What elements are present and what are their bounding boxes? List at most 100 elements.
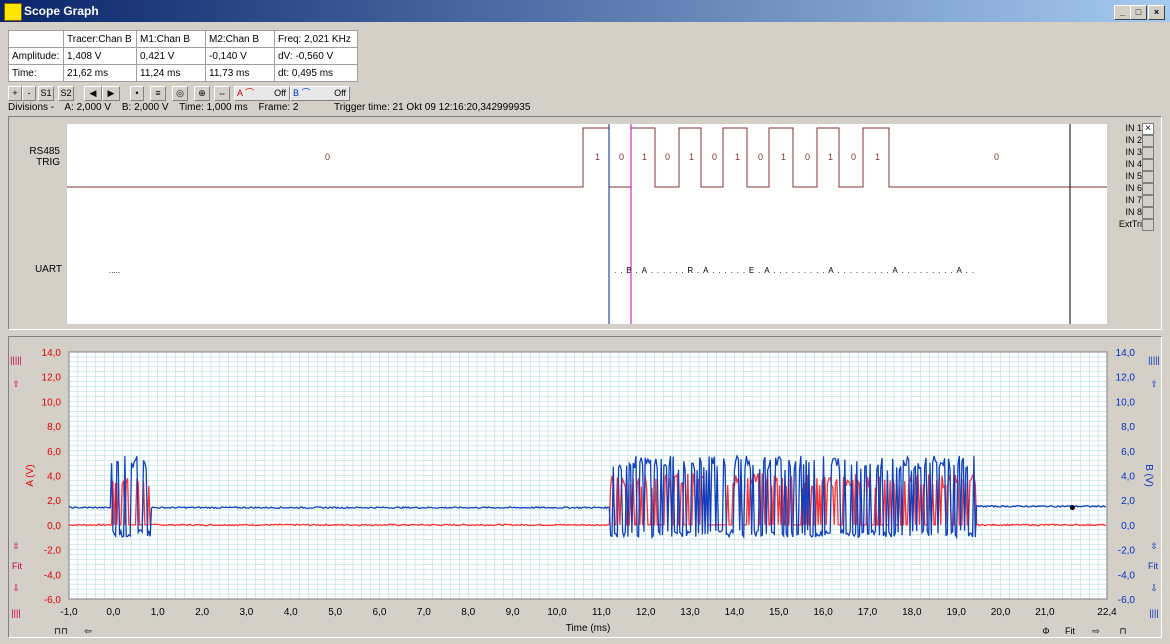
- right-icon-low[interactable]: ||||: [1148, 607, 1160, 619]
- channel-b-toggle[interactable]: B ⌒ Off: [290, 86, 350, 101]
- phase-icon[interactable]: Φ: [1040, 625, 1052, 637]
- x-tick-label: 10,0: [547, 607, 567, 618]
- maximize-button[interactable]: □: [1130, 5, 1147, 20]
- y-tick-label-b: 14,0: [1116, 348, 1136, 359]
- rs485-waveform: [67, 127, 1107, 188]
- right-icon-up[interactable]: ⇧: [1148, 378, 1160, 390]
- channel-a-icon: ⌒: [245, 88, 255, 98]
- bit-labels: 1 0 1 0 1 0 1 0 1 0 1 0 1: [595, 152, 880, 162]
- bit-label: 0: [805, 152, 810, 162]
- left-fit-button[interactable]: Fit: [10, 560, 24, 572]
- y-tick-label-a: -2,0: [44, 546, 62, 557]
- arrow-left-icon[interactable]: ◀: [84, 86, 102, 101]
- table-cell: M2:Chan B: [205, 30, 275, 48]
- x-tick-label: 11,0: [592, 607, 611, 618]
- table-cell: 1,408 V: [63, 47, 137, 65]
- right-fit-button[interactable]: Fit: [1146, 560, 1160, 572]
- right-icon-bars[interactable]: |||||: [1148, 354, 1160, 366]
- x-tick-label: 15,0: [769, 607, 789, 618]
- y-tick-label-b: 4,0: [1121, 472, 1135, 483]
- input-checkbox[interactable]: [1142, 219, 1154, 231]
- scroll-right-icon[interactable]: ⇨: [1088, 625, 1104, 637]
- close-button[interactable]: ×: [1148, 5, 1165, 20]
- input-item[interactable]: IN 8: [1110, 206, 1156, 219]
- bit-label: 1: [689, 152, 694, 162]
- left-icon-center[interactable]: ⇳: [10, 540, 22, 552]
- x-tick-label: 17,0: [858, 607, 878, 618]
- x-tick-label: 4,0: [284, 607, 298, 618]
- pulse-icon-right[interactable]: ⊓: [1116, 625, 1130, 637]
- logic-plot[interactable]: 0 1 0 1 0 1 0 1 0 1 0 1 0 1 0 ..... ...B.A......R.A.…: [67, 124, 1107, 324]
- channel-a-label: A: [237, 88, 243, 98]
- s1-button[interactable]: S1: [38, 86, 54, 101]
- table-cell: 11,24 ms: [136, 64, 206, 82]
- input-item[interactable]: IN 5: [1110, 170, 1156, 183]
- divisions-b: B: 2,000 V: [121, 102, 169, 113]
- left-icon-down[interactable]: ⇩: [10, 582, 22, 594]
- dot-button[interactable]: •: [130, 86, 144, 101]
- table-cell: dV: -0,560 V: [274, 47, 358, 65]
- zoom-in-button[interactable]: +: [8, 86, 22, 101]
- y-tick-label-a: 0,0: [47, 521, 61, 532]
- y-tick-label-b: -4,0: [1118, 570, 1136, 581]
- fit-time-button[interactable]: Fit: [1062, 625, 1078, 637]
- bit-label: 0: [712, 152, 717, 162]
- app-icon: [4, 3, 22, 21]
- arrow-right-icon[interactable]: ▶: [102, 86, 120, 101]
- input-item[interactable]: IN 3: [1110, 146, 1156, 159]
- y-tick-label-b: -2,0: [1118, 546, 1136, 557]
- input-label: IN 3: [1125, 147, 1142, 157]
- x-tick-label: 9,0: [506, 607, 520, 618]
- input-label: IN 4: [1125, 159, 1142, 169]
- table-row: Amplitude: 1,408 V 0,421 V -0,140 V dV: …: [8, 47, 358, 65]
- y-tick-label-a: -4,0: [44, 570, 62, 581]
- channel-name: TRIG: [36, 157, 60, 168]
- scope-chart[interactable]: -1,0 0,0 1,0 2,0 3,0 4,0 5,0 6,0 7,0 8,0 9,0 10,0 11…: [0, 340, 1170, 640]
- x-tick-label: 19,0: [946, 607, 966, 618]
- lines-button[interactable]: ≡: [150, 86, 166, 101]
- y-tick-label-a: 4,0: [47, 472, 61, 483]
- x-tick-label: 18,0: [902, 607, 922, 618]
- minimize-button[interactable]: _: [1114, 5, 1131, 20]
- divisions-time: Time: 1,000 ms: [179, 102, 248, 113]
- input-item[interactable]: ExtTri: [1110, 218, 1156, 231]
- input-label: IN 8: [1125, 207, 1142, 217]
- x-tick-label: 20,0: [991, 607, 1011, 618]
- table-cell: -0,140 V: [205, 47, 275, 65]
- s2-button[interactable]: S2: [58, 86, 74, 101]
- record-button[interactable]: ◎: [172, 86, 188, 101]
- left-icon-up[interactable]: ⇧: [10, 378, 22, 390]
- input-label: IN 1: [1125, 123, 1142, 133]
- left-icon-low[interactable]: ||||: [10, 607, 22, 619]
- divisions-label: Divisions -: [8, 102, 55, 113]
- input-item[interactable]: IN 1 ×: [1110, 122, 1156, 135]
- left-icon-bars[interactable]: |||||: [10, 354, 22, 366]
- input-label: IN 2: [1125, 135, 1142, 145]
- x-tick-label: -1,0: [60, 607, 78, 618]
- crosshair-button[interactable]: ⊕: [194, 86, 210, 101]
- expand-button[interactable]: ⇔: [214, 86, 230, 101]
- channel-b-label: B: [293, 88, 300, 98]
- right-icon-down[interactable]: ⇩: [1148, 582, 1160, 594]
- trigger-time: Trigger time: 21 Okt 09 12:16:20,3429999…: [334, 102, 531, 113]
- input-item[interactable]: IN 2: [1110, 134, 1156, 147]
- channel-a-toggle[interactable]: A ⌒ Off: [234, 86, 290, 101]
- channel-b-icon: ⌒: [301, 88, 311, 98]
- pulse-icon[interactable]: ⊓⊓: [52, 625, 70, 637]
- input-item[interactable]: IN 4: [1110, 158, 1156, 171]
- zoom-out-button[interactable]: -: [22, 86, 36, 101]
- y-tick-label-a: 10,0: [42, 397, 62, 408]
- input-item[interactable]: IN 6: [1110, 182, 1156, 195]
- y-tick-label-a: 2,0: [47, 496, 61, 507]
- divisions-info: Divisions - A: 2,000 V B: 2,000 V Time: …: [8, 102, 307, 113]
- table-cell: Tracer:Chan B: [63, 30, 137, 48]
- table-cell: 0,421 V: [136, 47, 206, 65]
- right-icon-center[interactable]: ⇳: [1148, 540, 1160, 552]
- table-cell: Time:: [8, 64, 64, 82]
- scroll-left-icon[interactable]: ⇦: [80, 625, 96, 637]
- bit-label: 0: [994, 152, 999, 162]
- channel-label-uart: UART: [34, 264, 62, 275]
- x-tick-label: 13,0: [680, 607, 700, 618]
- input-item[interactable]: IN 7: [1110, 194, 1156, 207]
- bit-label: 1: [642, 152, 647, 162]
